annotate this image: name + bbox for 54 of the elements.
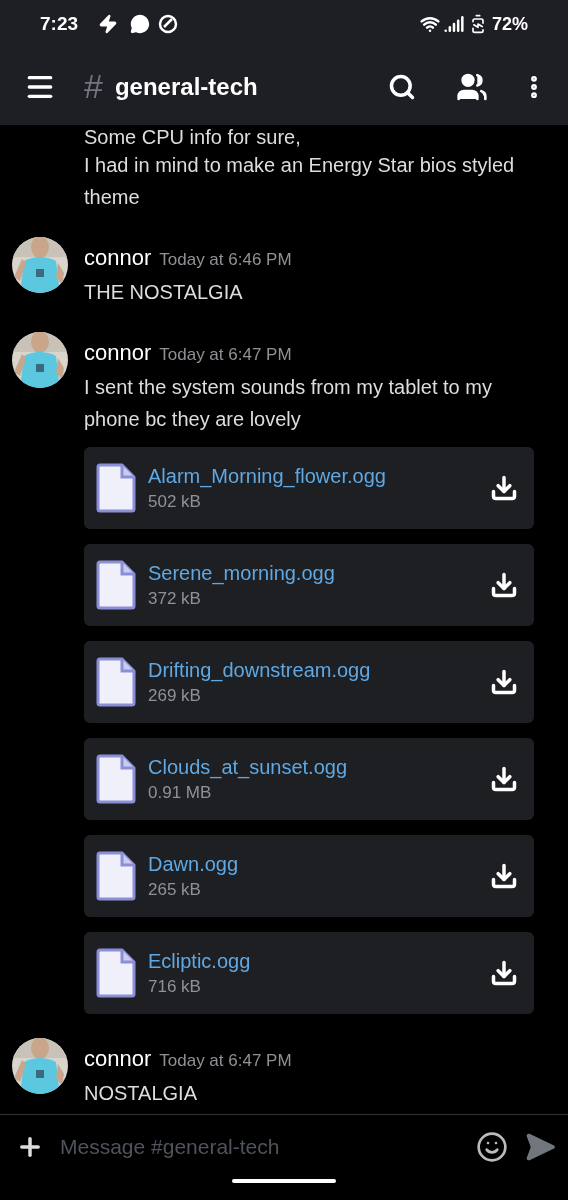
file-name[interactable]: Clouds_at_sunset.ogg bbox=[148, 753, 478, 781]
message-text: THE NOSTALGIA bbox=[84, 280, 244, 305]
file-attachment[interactable]: Alarm_Morning_flower.ogg 502 kB bbox=[84, 447, 534, 529]
file-name[interactable]: Drifting_downstream.ogg bbox=[148, 656, 478, 684]
emoji-icon[interactable] bbox=[476, 1131, 508, 1163]
battery-level: 72% bbox=[491, 12, 528, 36]
download-icon[interactable] bbox=[490, 765, 518, 793]
timestamp: Today at 6:47 PM bbox=[159, 1050, 292, 1072]
message-text: NOSTALGIA bbox=[84, 1081, 198, 1106]
file-icon bbox=[96, 560, 136, 610]
send-icon[interactable] bbox=[524, 1131, 556, 1163]
author-name[interactable]: connor bbox=[84, 241, 152, 274]
message-text: I had in mind to make an Energy Star bios styled theme bbox=[84, 153, 516, 210]
file-name[interactable]: Ecliptic.ogg bbox=[148, 947, 478, 975]
file-attachment[interactable]: Ecliptic.ogg 716 kB bbox=[84, 932, 534, 1014]
signal-icon bbox=[443, 14, 464, 34]
author-name[interactable]: connor bbox=[84, 336, 152, 369]
file-size: 502 kB bbox=[148, 491, 202, 513]
message-text: Some CPU info for sure, bbox=[84, 125, 302, 149]
download-icon[interactable] bbox=[490, 474, 518, 502]
file-attachment[interactable]: Dawn.ogg 265 kB bbox=[84, 835, 534, 917]
timestamp: Today at 6:47 PM bbox=[159, 344, 292, 366]
file-icon bbox=[96, 754, 136, 804]
lightning-icon bbox=[98, 14, 119, 34]
file-attachment[interactable]: Drifting_downstream.ogg 269 kB bbox=[84, 641, 534, 723]
download-icon[interactable] bbox=[490, 959, 518, 987]
file-size: 265 kB bbox=[148, 879, 202, 901]
file-size: 0.91 MB bbox=[148, 782, 213, 804]
file-icon bbox=[96, 657, 136, 707]
circle-icon bbox=[158, 14, 179, 34]
file-icon bbox=[96, 463, 136, 513]
download-icon[interactable] bbox=[490, 571, 518, 599]
wifi-icon bbox=[419, 14, 440, 34]
file-name[interactable]: Alarm_Morning_flower.ogg bbox=[148, 462, 478, 490]
file-attachment[interactable]: Clouds_at_sunset.ogg 0.91 MB bbox=[84, 738, 534, 820]
file-icon bbox=[96, 948, 136, 998]
file-name[interactable]: Dawn.ogg bbox=[148, 850, 478, 878]
clock: 7:23 bbox=[40, 11, 79, 36]
file-attachment[interactable]: Serene_morning.ogg 372 kB bbox=[84, 544, 534, 626]
download-icon[interactable] bbox=[490, 668, 518, 696]
file-size: 372 kB bbox=[148, 588, 202, 610]
file-size: 269 kB bbox=[148, 685, 202, 707]
hash-symbol: # bbox=[84, 66, 103, 107]
channel-title: general-tech bbox=[114, 71, 258, 102]
file-icon bbox=[96, 851, 136, 901]
chat-bubble-icon bbox=[130, 14, 151, 34]
timestamp: Today at 6:46 PM bbox=[159, 249, 292, 271]
message-text: I sent the system sounds from my tablet to my phone bc they are lovely bbox=[84, 375, 493, 432]
file-name[interactable]: Serene_morning.ogg bbox=[148, 559, 478, 587]
author-name[interactable]: connor bbox=[84, 1042, 152, 1075]
message-input[interactable]: Message #general-tech bbox=[60, 1131, 460, 1163]
download-icon[interactable] bbox=[490, 862, 518, 890]
search-icon[interactable] bbox=[388, 72, 416, 101]
file-size: 716 kB bbox=[148, 976, 202, 998]
